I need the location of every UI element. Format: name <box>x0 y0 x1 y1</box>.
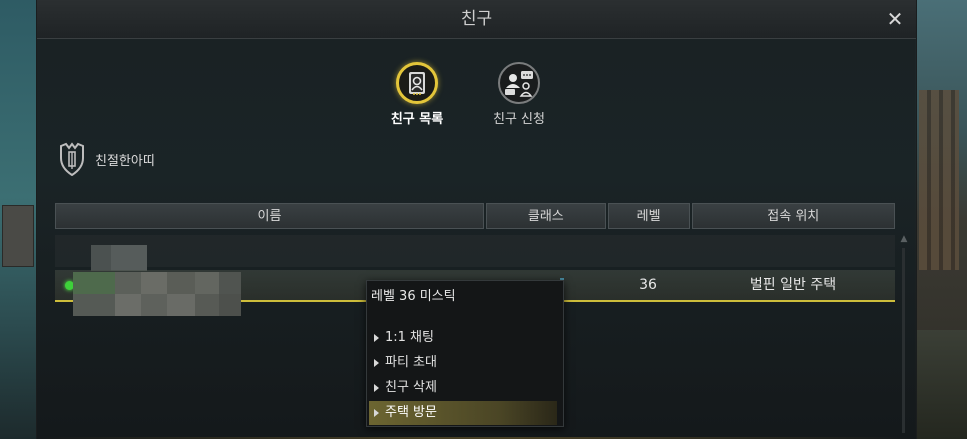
game-background-right <box>915 0 967 439</box>
guild-badge: 친절한아띠 <box>59 142 155 176</box>
game-background-left <box>0 0 36 439</box>
tab-label: 친구 목록 <box>390 112 444 127</box>
friend-location: 벌핀 일반 주택 <box>749 277 837 293</box>
tab-label: 친구 신청 <box>493 112 545 127</box>
scrollbar-track[interactable] <box>902 248 905 433</box>
menu-item-chat[interactable]: 1:1 채팅 <box>369 326 557 350</box>
tab-friend-list[interactable]: 친구 목록 <box>372 62 462 127</box>
column-header-name[interactable]: 이름 <box>55 203 484 229</box>
redacted-friend-name <box>73 272 241 316</box>
friend-table-header: 이름 클래스 레벨 접속 위치 <box>55 203 896 229</box>
menu-item-party-invite[interactable]: 파티 초대 <box>369 351 557 375</box>
window-title-text: 친구 <box>460 9 493 29</box>
context-menu-header: 레벨 36 미스틱 <box>371 289 456 304</box>
window-title: 친구 <box>37 0 916 39</box>
friend-group-row[interactable] <box>55 235 895 267</box>
close-icon: ✕ <box>886 7 904 31</box>
close-button[interactable]: ✕ <box>884 8 906 30</box>
friend-request-icon <box>498 62 540 104</box>
column-header-level[interactable]: 레벨 <box>607 203 690 229</box>
menu-item-delete-friend[interactable]: 친구 삭제 <box>369 376 557 400</box>
scroll-up-arrow-icon[interactable]: ▲ <box>899 234 909 244</box>
column-header-class[interactable]: 클래스 <box>485 203 606 229</box>
column-header-location[interactable]: 접속 위치 <box>691 203 896 229</box>
friend-context-menu: 레벨 36 미스틱 1:1 채팅 파티 초대 친구 삭제 주택 방문 <box>366 280 564 427</box>
menu-item-visit-house[interactable]: 주택 방문 <box>369 401 557 425</box>
guild-name: 친절한아띠 <box>95 153 155 169</box>
redacted-group-name <box>91 245 147 271</box>
friend-level: 36 <box>639 277 657 293</box>
tab-friend-request[interactable]: 친구 신청 <box>474 62 564 127</box>
friend-list-icon <box>396 62 438 104</box>
guild-shield-icon <box>60 142 84 176</box>
friends-window: 친구 ✕ 친구 목록 친구 신청 친절한아띠 이름 클래스 레벨 접속 위치 3… <box>36 0 917 439</box>
